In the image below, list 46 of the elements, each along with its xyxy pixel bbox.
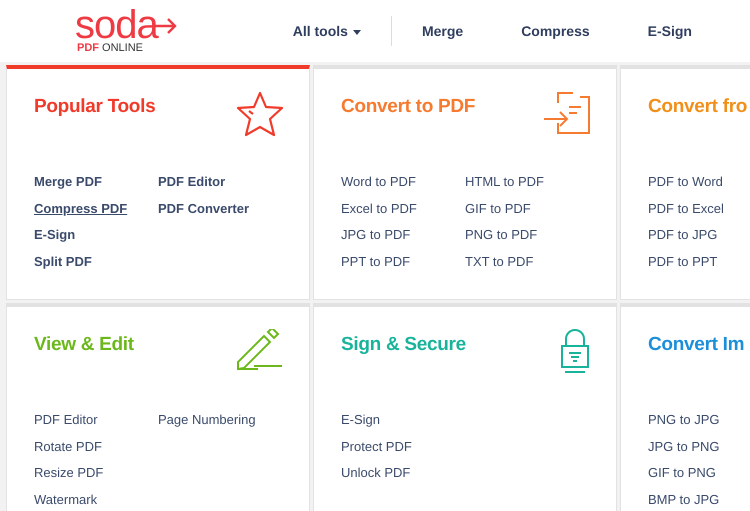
document-arrow-icon: [543, 91, 591, 135]
tool-link[interactable]: E-Sign: [34, 222, 158, 248]
tool-link[interactable]: TXT to PDF: [465, 248, 589, 275]
tool-link[interactable]: PDF to Excel: [648, 196, 750, 222]
tool-link[interactable]: JPG to PDF: [341, 222, 465, 248]
tool-link[interactable]: JPG to PNG: [648, 434, 750, 460]
tool-link[interactable]: PDF Converter: [158, 196, 282, 222]
tool-link[interactable]: PDF to Word: [648, 169, 750, 196]
tool-link[interactable]: Split PDF: [34, 248, 158, 275]
card-title: Sign & Secure: [341, 334, 466, 356]
tool-link[interactable]: Protect PDF: [341, 434, 465, 460]
tool-link[interactable]: Watermark: [34, 486, 158, 511]
tool-link[interactable]: BMP to JPG: [648, 486, 750, 511]
tool-link[interactable]: HTML to PDF: [465, 169, 589, 196]
tool-link[interactable]: Compress PDF: [34, 196, 158, 222]
tool-link[interactable]: GIF to PDF: [465, 196, 589, 222]
tool-link[interactable]: PDF Editor: [34, 407, 158, 434]
tool-link[interactable]: Resize PDF: [34, 460, 158, 486]
tool-link[interactable]: PNG to JPG: [648, 407, 750, 434]
card-title: Convert to PDF: [341, 96, 476, 118]
tool-link[interactable]: Unlock PDF: [341, 460, 465, 486]
star-icon: [236, 91, 284, 137]
card-title: Popular Tools: [34, 96, 156, 118]
nav-link[interactable]: All tools: [292, 23, 361, 39]
card-title: View & Edit: [34, 334, 134, 356]
card-title: Convert fro: [648, 96, 748, 118]
lock-icon: [559, 329, 591, 375]
tool-link[interactable]: Page Numbering: [158, 407, 282, 434]
nav-link[interactable]: E-Sign: [648, 23, 692, 39]
tool-link[interactable]: Word to PDF: [341, 169, 465, 196]
tool-link[interactable]: PDF to JPG: [648, 222, 750, 248]
pencil-icon: [236, 329, 284, 371]
tool-link[interactable]: PDF to PPT: [648, 248, 750, 275]
tool-link[interactable]: E-Sign: [341, 407, 465, 434]
tool-link[interactable]: Merge PDF: [34, 169, 158, 196]
tool-link[interactable]: PPT to PDF: [341, 248, 465, 275]
tool-link[interactable]: GIF to PNG: [648, 460, 750, 486]
nav-link[interactable]: Compress: [521, 23, 590, 39]
nav-link[interactable]: Merge: [422, 23, 464, 39]
tool-link[interactable]: PNG to PDF: [465, 222, 589, 248]
card-title: Convert Im: [648, 334, 744, 356]
tool-link[interactable]: PDF Editor: [158, 169, 282, 196]
tool-link[interactable]: Excel to PDF: [341, 196, 465, 222]
logo-tagline: PDF ONLINE: [77, 42, 144, 54]
tool-link[interactable]: Rotate PDF: [34, 434, 158, 460]
logo-wordmark[interactable]: soda: [75, 8, 158, 42]
